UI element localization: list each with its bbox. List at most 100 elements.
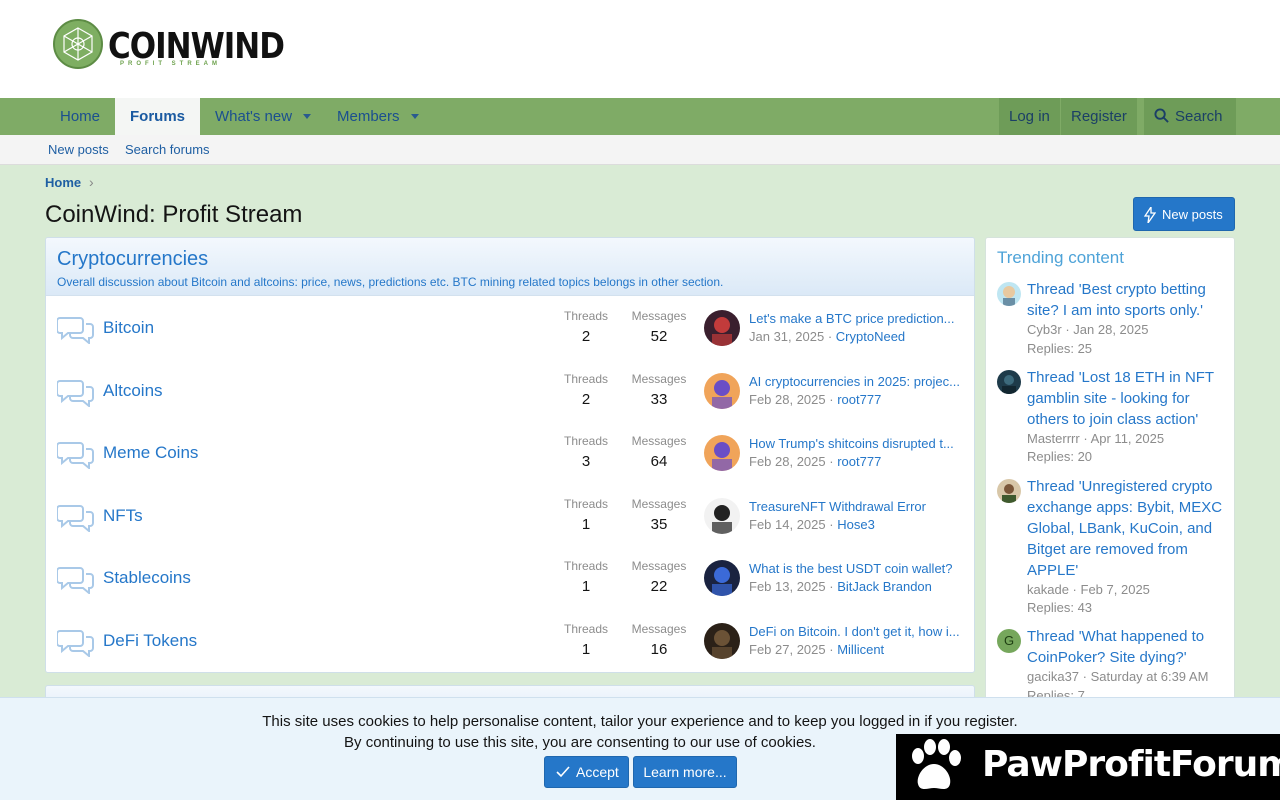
subnav-search-forums[interactable]: Search forums [125,142,210,157]
last-post-date: Feb 27, 2025 [749,642,826,657]
messages-label: Messages [631,622,687,636]
last-post-date: Feb 28, 2025 [749,391,826,407]
last-post-title[interactable]: AI cryptocurrencies in 2025: projec... [749,374,964,389]
trending-date: Saturday at 6:39 AM [1090,669,1209,684]
last-post-user[interactable]: Hose3 [837,517,875,532]
threads-count: 1 [581,641,591,658]
messages-count: 35 [650,515,668,533]
lightning-icon [1144,207,1156,223]
forum-row: Meme Coins Threads 3 Messages 64 How Tru… [46,422,974,484]
threads-label: Threads [563,496,609,511]
new-posts-label: New posts [1162,207,1223,222]
learn-more-button[interactable]: Learn more... [633,756,737,788]
trending-user[interactable]: gacika37 [1027,669,1079,684]
last-post-title[interactable]: What is the best USDT coin wallet? [749,561,964,576]
category-description: Overall discussion about Bitcoin and alt… [57,275,724,289]
last-post-title[interactable]: How Trump's shitcoins disrupted t... [749,436,964,451]
last-post-meta: Feb 13, 2025 · BitJack Brandon [749,579,932,594]
check-icon [556,766,570,778]
forum-name[interactable]: NFTs [103,506,143,526]
last-post-user[interactable]: root777 [837,392,881,407]
trending-thread-meta: Masterrrr · Apr 11, 2025 [1027,431,1164,446]
avatar[interactable] [704,497,740,534]
meta-separator: · [829,642,834,657]
trending-user[interactable]: kakade [1027,582,1069,597]
forum-name[interactable]: DeFi Tokens [103,631,197,651]
nav-tab-home[interactable]: Home [45,98,115,135]
last-post-user[interactable]: CryptoNeed [836,329,905,344]
nav-tab-members[interactable]: Members [322,98,415,135]
avatar[interactable] [704,560,740,597]
nav-tab-forums[interactable]: Forums [115,98,201,135]
threads-count: 3 [581,453,591,471]
logo-globe-icon [53,19,103,69]
breadcrumb-chevron-icon: › [89,174,94,190]
messages-label: Messages [631,496,687,511]
trending-date: Jan 28, 2025 [1073,322,1149,337]
cookie-line-1: This site uses cookies to help personali… [262,713,1018,730]
avatar[interactable] [704,310,740,346]
forum-row: DeFi Tokens Threads 1 Messages 16 DeFi o… [46,610,974,672]
avatar[interactable] [704,372,740,409]
trending-date: Feb 7, 2025 [1080,582,1150,597]
trending-user[interactable]: Masterrrr [1027,431,1080,446]
trending-thread-meta: Cyb3r · Jan 28, 2025 [1027,322,1148,337]
trending-thread-meta: kakade · Feb 7, 2025 [1027,582,1150,597]
last-post-user[interactable]: root777 [837,454,881,469]
page-title: CoinWind: Profit Stream [45,201,303,228]
last-post-user[interactable]: Millicent [837,642,884,657]
last-post-meta: Jan 31, 2025 · CryptoNeed [749,329,905,344]
avatar[interactable] [997,479,1021,503]
sub-nav: New posts Search forums [0,135,1280,165]
nav-tab-whats-new[interactable]: What's new [200,98,307,135]
site-logo[interactable]: COINWIND PROFIT STREAM [49,12,285,88]
messages-label: Messages [631,309,687,323]
forum-name[interactable]: Bitcoin [103,318,154,338]
trending-user[interactable]: Cyb3r [1027,322,1062,337]
trending-thread-title[interactable]: Thread 'Unregistered crypto exchange app… [1027,476,1227,581]
avatar[interactable] [997,370,1021,394]
accept-label: Accept [576,764,619,780]
forum-name[interactable]: Altcoins [103,381,163,401]
last-post-meta: Feb 28, 2025 · root777 [749,454,881,469]
trending-title: Trending content [997,248,1124,267]
trending-thread-title[interactable]: Thread 'Best crypto betting site? I am i… [1027,279,1227,321]
category-header: Cryptocurrencies Overall discussion abou… [46,238,974,296]
threads-count: 2 [581,390,591,408]
forum-name[interactable]: Stablecoins [103,568,191,588]
threads-count: 1 [581,578,591,596]
trending-sidebar: Trending content Thread 'Best crypto bet… [985,237,1235,707]
last-post-title[interactable]: Let's make a BTC price prediction... [749,311,964,326]
watermark-banner: PawProfitForum [896,734,1280,800]
search-button[interactable]: Search [1144,98,1236,135]
threads-count: 2 [581,328,591,345]
avatar[interactable] [997,282,1021,306]
forum-bubbles-icon [56,502,95,537]
meta-separator: · [1082,669,1088,684]
meta-separator: · [829,391,834,407]
last-post-title[interactable]: TreasureNFT Withdrawal Error [749,499,964,514]
last-post-user[interactable]: BitJack Brandon [837,579,932,594]
threads-label: Threads [563,371,609,386]
breadcrumb-home[interactable]: Home [45,175,81,190]
register-button[interactable]: Register [1061,98,1137,135]
avatar[interactable]: G [997,629,1021,653]
avatar[interactable] [704,435,740,472]
login-button[interactable]: Log in [999,98,1060,135]
accept-cookies-button[interactable]: Accept [544,756,629,788]
trending-thread-title[interactable]: Thread 'Lost 18 ETH in NFT gamblin site … [1027,367,1227,430]
avatar[interactable] [704,623,740,659]
category-title[interactable]: Cryptocurrencies [57,248,208,271]
forum-row: Altcoins Threads 2 Messages 33 AI crypto… [46,360,974,422]
last-post-title[interactable]: DeFi on Bitcoin. I don't get it, how i..… [749,624,964,639]
subnav-new-posts[interactable]: New posts [48,142,109,157]
trending-thread-title[interactable]: Thread 'What happened to CoinPoker? Site… [1027,626,1227,668]
trending-replies: Replies: 25 [1027,341,1093,356]
last-post-meta: Feb 14, 2025 · Hose3 [749,517,875,532]
forum-bubbles-icon [56,627,95,662]
forum-name[interactable]: Meme Coins [103,443,198,463]
new-posts-button[interactable]: New posts [1133,197,1235,231]
last-post-date: Feb 13, 2025 [749,579,826,595]
chevron-down-icon[interactable] [303,114,311,119]
chevron-down-icon[interactable] [411,114,419,119]
